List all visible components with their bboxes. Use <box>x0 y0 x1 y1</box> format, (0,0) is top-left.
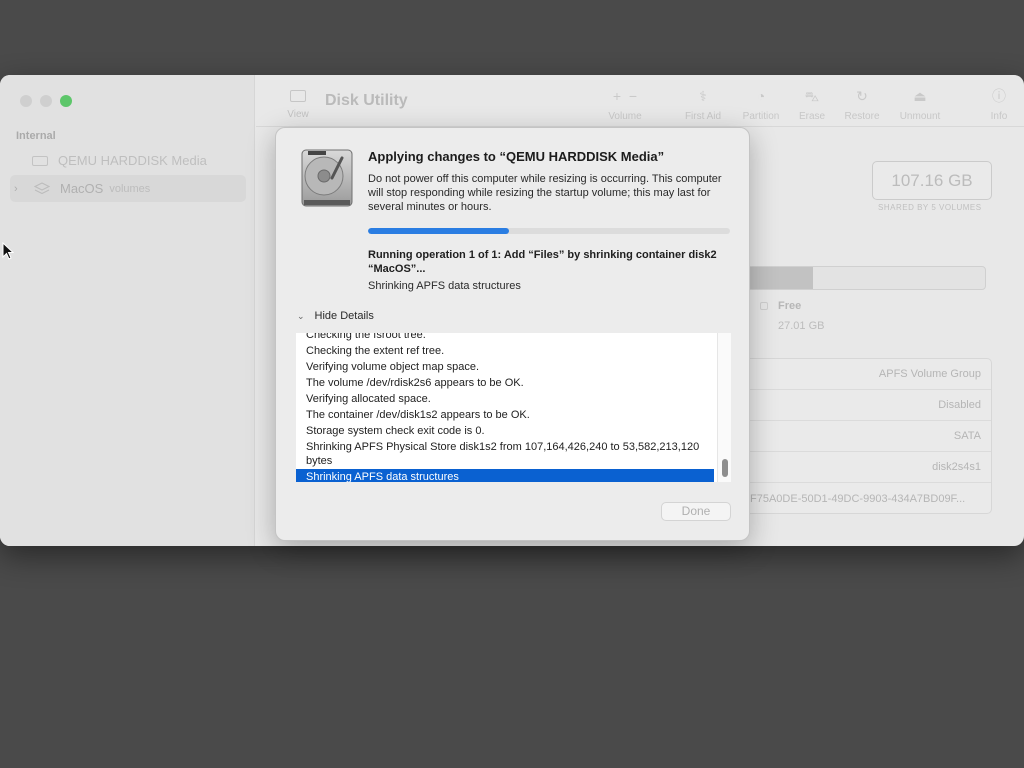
info-row-device: disk2s4s1 <box>746 452 991 483</box>
apply-changes-sheet: Applying changes to “QEMU HARDDISK Media… <box>275 127 750 541</box>
window-controls <box>20 95 72 107</box>
toolbar-label: Info <box>990 111 1008 122</box>
zoom-window-button[interactable] <box>60 95 72 107</box>
log-line: Checking the extent ref tree. <box>306 345 445 357</box>
details-log[interactable]: Checking the fsroot tree. Checking the e… <box>296 333 731 482</box>
minimize-window-button[interactable] <box>40 95 52 107</box>
free-legend-swatch <box>760 302 768 310</box>
sidebar: Internal QEMU HARDDISK Media › MacOS vol… <box>0 75 255 546</box>
capacity-sublabel: SHARED BY 5 VOLUMES <box>878 203 982 212</box>
status-text: Shrinking APFS data structures <box>368 280 521 292</box>
capacity-box: 107.16 GB <box>872 161 992 200</box>
info-row-connection: SATA <box>746 421 991 452</box>
stethoscope-icon: ⚕ <box>699 88 707 104</box>
view-button[interactable]: View <box>278 87 318 120</box>
sheet-title: Applying changes to “QEMU HARDDISK Media… <box>368 149 665 164</box>
layers-icon <box>33 181 51 196</box>
restore-icon: ↻ <box>856 88 868 104</box>
toolbar-label: Unmount <box>899 111 941 122</box>
log-line: Storage system check exit code is 0. <box>306 425 485 437</box>
log-line: Checking the fsroot tree. <box>306 333 426 341</box>
info-row-uuid: F75A0DE-50D1-49DC-9903-434A7BD09F... <box>750 492 966 505</box>
window-title: Disk Utility <box>325 92 408 109</box>
progress-bar <box>368 228 730 234</box>
sidebar-item-label: MacOS <box>60 181 104 196</box>
hide-details-toggle[interactable]: ⌄ Hide Details <box>297 310 374 322</box>
free-label: Free <box>778 300 802 312</box>
info-row-type: APFS Volume Group <box>746 359 991 390</box>
log-lines: Checking the fsroot tree. Checking the e… <box>296 333 714 482</box>
toolbar-label: Volume <box>608 111 642 122</box>
sidebar-section-internal: Internal <box>16 130 56 142</box>
pie-icon: ◔ <box>756 88 766 104</box>
restore-button[interactable]: ↻ Restore <box>837 87 887 122</box>
usage-bar-fill <box>746 267 813 289</box>
done-button[interactable]: Done <box>661 502 731 521</box>
toolbar-label: Erase <box>798 111 826 122</box>
hard-disk-icon <box>301 149 353 207</box>
disk-icon <box>32 155 48 166</box>
sidebar-item-label: QEMU HARDDISK Media <box>58 153 207 168</box>
volume-button[interactable]: + − Volume <box>600 87 650 122</box>
log-line: Verifying volume object map space. <box>306 361 480 373</box>
progress-bar-fill <box>368 228 510 234</box>
view-label: View <box>287 109 309 120</box>
erase-button[interactable]: ⛍ Erase <box>787 87 837 122</box>
info-table: APFS Volume Group Disabled SATA disk2s4s… <box>745 358 992 514</box>
info-row-owners: Disabled <box>746 390 991 421</box>
close-window-button[interactable] <box>20 95 32 107</box>
chevron-down-icon: ⌄ <box>297 310 305 321</box>
mouse-pointer-icon <box>2 242 14 260</box>
warning-message: Do not power off this computer while res… <box>368 173 722 213</box>
sidebar-item-macos[interactable]: › MacOS volumes <box>10 175 246 202</box>
usage-bar <box>745 266 986 290</box>
sidebar-item-sublabel: volumes <box>109 182 151 195</box>
operation-text: Running operation 1 of 1: Add “Files” by… <box>368 249 717 275</box>
sidebar-item-qemu-harddisk[interactable]: QEMU HARDDISK Media <box>10 147 246 174</box>
plus-minus-icon: + − <box>612 88 638 104</box>
scrollbar-thumb[interactable] <box>722 459 728 477</box>
first-aid-button[interactable]: ⚕ First Aid <box>678 87 728 122</box>
log-line-selected: Shrinking APFS data structures <box>296 469 714 482</box>
toolbar-label: Restore <box>844 111 880 122</box>
log-scrollbar[interactable] <box>717 333 731 482</box>
chevron-right-icon[interactable]: › <box>14 183 28 195</box>
log-line: The container /dev/disk1s2 appears to be… <box>306 409 530 421</box>
car-icon: ⛍ <box>804 88 820 104</box>
free-value: 27.01 GB <box>778 320 825 332</box>
toolbar: View Disk Utility + − Volume ⚕ First Aid… <box>256 75 1024 127</box>
info-button[interactable]: ⓘ Info <box>974 87 1024 122</box>
log-line: Shrinking APFS Physical Store disk1s2 fr… <box>306 441 700 467</box>
log-line: The volume /dev/rdisk2s6 appears to be O… <box>306 377 524 389</box>
unmount-button[interactable]: ⏏ Unmount <box>895 87 945 122</box>
log-line: Verifying allocated space. <box>306 393 431 405</box>
partition-button[interactable]: ◔ Partition <box>736 87 786 122</box>
sidebar-icon <box>290 90 306 102</box>
info-icon: ⓘ <box>992 88 1006 104</box>
toolbar-label: Partition <box>742 111 780 122</box>
eject-icon: ⏏ <box>913 88 927 104</box>
toolbar-label: First Aid <box>684 111 722 122</box>
details-toggle-label: Hide Details <box>314 310 374 322</box>
